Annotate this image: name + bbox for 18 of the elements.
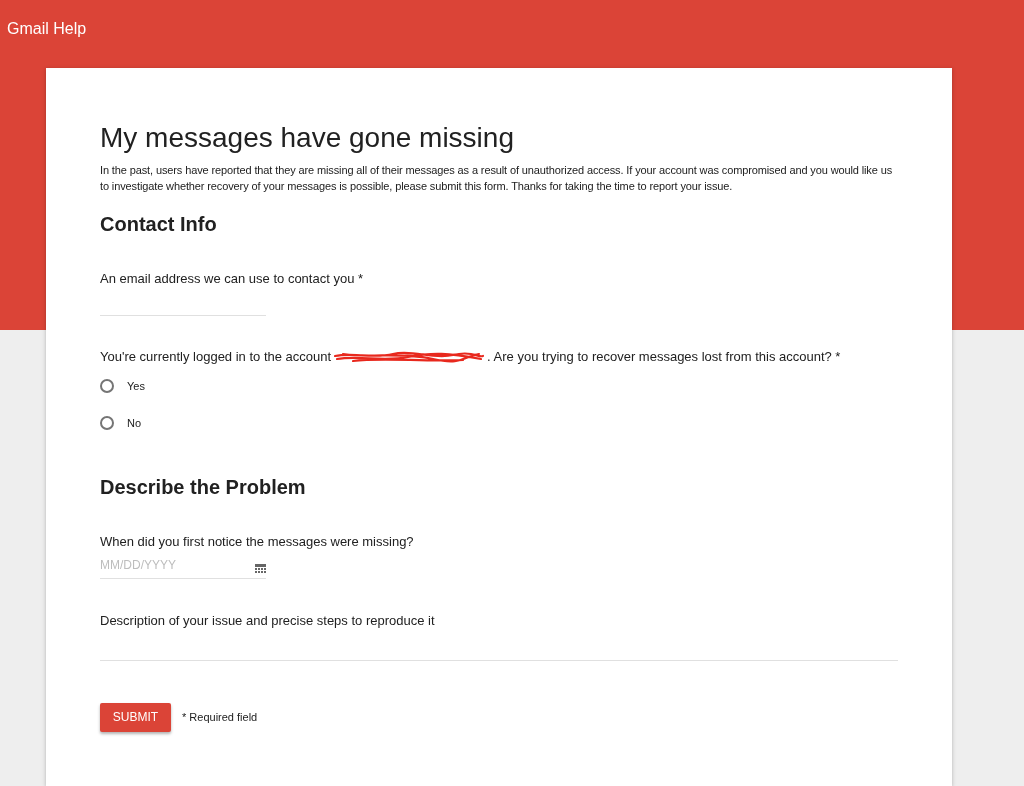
radio-label: Yes bbox=[127, 378, 145, 394]
field-label: Description of your issue and precise steps to reproduce it bbox=[100, 611, 436, 630]
field-label: When did you first notice the messages were missing? bbox=[100, 533, 415, 551]
field-label: An email address we can use to contact you * bbox=[100, 270, 365, 288]
radio-button[interactable] bbox=[100, 416, 114, 430]
radio-button[interactable] bbox=[100, 379, 114, 393]
calendar-icon[interactable] bbox=[255, 564, 266, 574]
page-title: My messages have gone missing bbox=[100, 121, 515, 155]
header-title: Gmail Help bbox=[7, 19, 87, 39]
required-note: * Required field bbox=[182, 709, 258, 725]
question-text: You're currently logged in to the account bbox=[100, 348, 332, 366]
question-text: . Are you trying to recover messages lost from this account? * bbox=[487, 348, 841, 366]
radio-label: No bbox=[127, 415, 142, 431]
intro-text: In the past, users have reported that they are missing all of their messages as a result of unauthorized access. If your account was compromised and you would like us to investigate whether recovery of your messages is possible, please submit this form. Thanks for taking the time to report your issue. bbox=[100, 163, 894, 194]
section-heading: Contact Info bbox=[100, 212, 218, 237]
date-input[interactable]: MM/DD/YYYY bbox=[100, 552, 266, 579]
submit-button[interactable]: SUBMIT bbox=[100, 702, 171, 732]
section-heading: Describe the Problem bbox=[100, 475, 307, 500]
